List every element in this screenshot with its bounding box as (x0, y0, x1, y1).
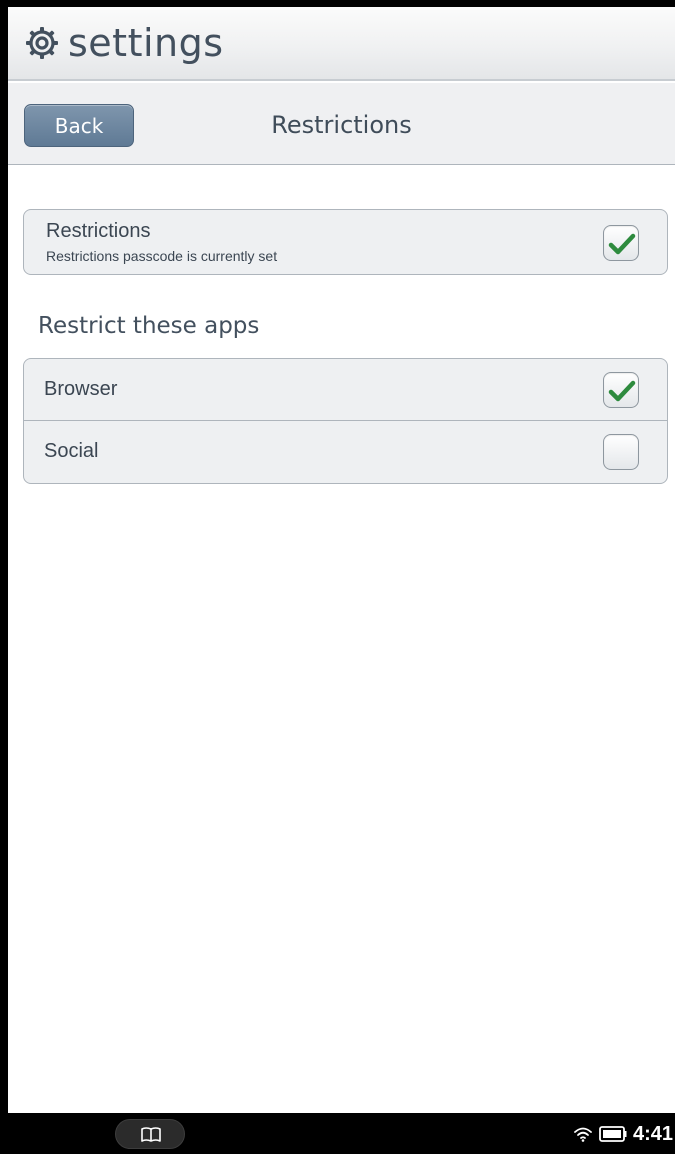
restrictions-checkbox[interactable] (603, 225, 639, 261)
list-item-social[interactable]: Social (24, 421, 667, 484)
screen: settings Back Restrictions Restrictions … (8, 7, 675, 1154)
app-list: Browser Social (23, 358, 668, 484)
gear-icon (26, 27, 58, 59)
device-frame: settings Back Restrictions Restrictions … (0, 0, 675, 1154)
app-title-bar: settings (8, 7, 675, 81)
section-heading: Restrict these apps (38, 313, 260, 339)
app-title: settings (68, 21, 224, 65)
page-title: Restrictions (271, 111, 412, 139)
app-label: Social (44, 440, 99, 462)
restrictions-setting[interactable]: Restrictions Restrictions passcode is cu… (23, 209, 668, 275)
social-checkbox[interactable] (603, 434, 639, 470)
checkmark-icon (608, 380, 636, 402)
app-label: Browser (44, 378, 118, 400)
list-item-browser[interactable]: Browser (24, 359, 667, 421)
library-icon (141, 1127, 161, 1142)
clock: 4:41 (632, 1122, 673, 1145)
checkmark-icon (608, 233, 636, 255)
status-area: 4:41 (573, 1121, 673, 1147)
system-bar: 4:41 (8, 1113, 675, 1154)
battery-icon (599, 1126, 627, 1142)
restrictions-status: Restrictions passcode is currently set (46, 248, 278, 264)
browser-checkbox[interactable] (603, 372, 639, 408)
library-button[interactable] (115, 1119, 185, 1149)
nav-bar: Back Restrictions (8, 83, 675, 165)
restrictions-label: Restrictions (46, 220, 151, 242)
wifi-icon (574, 1127, 592, 1142)
